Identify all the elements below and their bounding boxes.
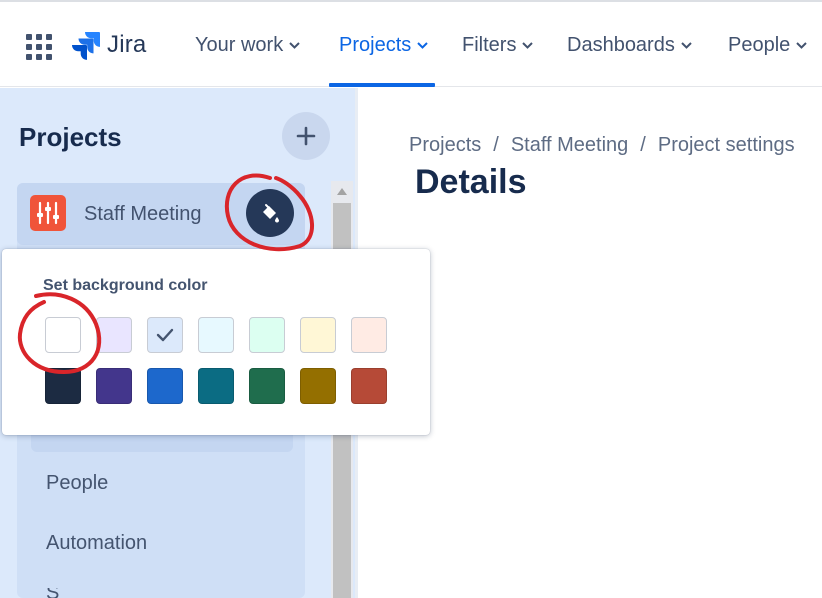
nav-projects[interactable]: Projects <box>339 34 428 57</box>
logo-text: Jira <box>107 31 147 58</box>
jira-logo-icon <box>72 32 100 60</box>
breadcrumb-separator: / <box>640 134 646 156</box>
color-swatch-dark-6[interactable] <box>351 368 387 404</box>
scroll-up-button[interactable] <box>331 181 353 201</box>
sliders-icon <box>37 201 59 225</box>
active-nav-indicator <box>329 83 435 87</box>
chevron-down-icon <box>681 42 692 49</box>
color-swatch-light-0[interactable] <box>45 317 81 353</box>
breadcrumb-projects[interactable]: Projects <box>409 134 481 156</box>
nav-label: Your work <box>195 34 284 56</box>
color-swatch-light-3[interactable] <box>198 317 234 353</box>
breadcrumb-project[interactable]: Staff Meeting <box>511 134 628 156</box>
sidebar-item-people[interactable]: People <box>46 472 108 495</box>
color-swatch-dark-1[interactable] <box>96 368 132 404</box>
popup-title: Set background color <box>43 277 208 294</box>
triangle-up-icon <box>337 187 347 195</box>
top-navigation: Jira Your work Projects Filters Dashboar… <box>0 2 822 87</box>
color-swatch-dark-0[interactable] <box>45 368 81 404</box>
page-title: Details <box>415 163 527 201</box>
chevron-down-icon <box>417 42 428 49</box>
nav-your-work[interactable]: Your work <box>195 34 300 57</box>
breadcrumb: Projects / Staff Meeting / Project settings <box>409 134 795 157</box>
jira-logo[interactable]: Jira <box>71 30 146 60</box>
project-name: Staff Meeting <box>84 203 202 225</box>
breadcrumb-separator: / <box>493 134 499 156</box>
nav-label: Filters <box>462 34 517 56</box>
color-swatch-light-5[interactable] <box>300 317 336 353</box>
nav-people[interactable]: People <box>728 34 807 57</box>
nav-dashboards[interactable]: Dashboards <box>567 34 692 57</box>
nav-label: Projects <box>339 34 412 56</box>
plus-icon <box>296 126 316 146</box>
color-swatch-light-1[interactable] <box>96 317 132 353</box>
checkmark-icon <box>156 328 174 342</box>
chevron-down-icon <box>796 42 807 49</box>
color-swatch-light-6[interactable] <box>351 317 387 353</box>
sidebar-item-automation[interactable]: Automation <box>46 532 147 555</box>
sidebar-title: Projects <box>19 122 122 152</box>
sidebar-item-cut-off[interactable]: S <box>46 588 59 598</box>
chevron-down-icon <box>522 42 534 49</box>
color-swatch-dark-4[interactable] <box>249 368 285 404</box>
color-swatch-light-2[interactable] <box>147 317 183 353</box>
app-switcher-icon[interactable] <box>26 34 52 60</box>
color-swatch-dark-5[interactable] <box>300 368 336 404</box>
breadcrumb-settings[interactable]: Project settings <box>658 134 795 156</box>
paint-bucket-icon <box>263 204 279 223</box>
chevron-down-icon <box>289 42 300 49</box>
nav-label: Dashboards <box>567 34 675 56</box>
nav-label: People <box>728 34 791 56</box>
nav-filters[interactable]: Filters <box>462 34 534 57</box>
color-swatch-dark-3[interactable] <box>198 368 234 404</box>
color-swatch-dark-2[interactable] <box>147 368 183 404</box>
color-swatch-light-4[interactable] <box>249 317 285 353</box>
change-background-button[interactable] <box>246 189 294 237</box>
project-avatar <box>30 195 66 231</box>
add-project-button[interactable] <box>282 112 330 160</box>
